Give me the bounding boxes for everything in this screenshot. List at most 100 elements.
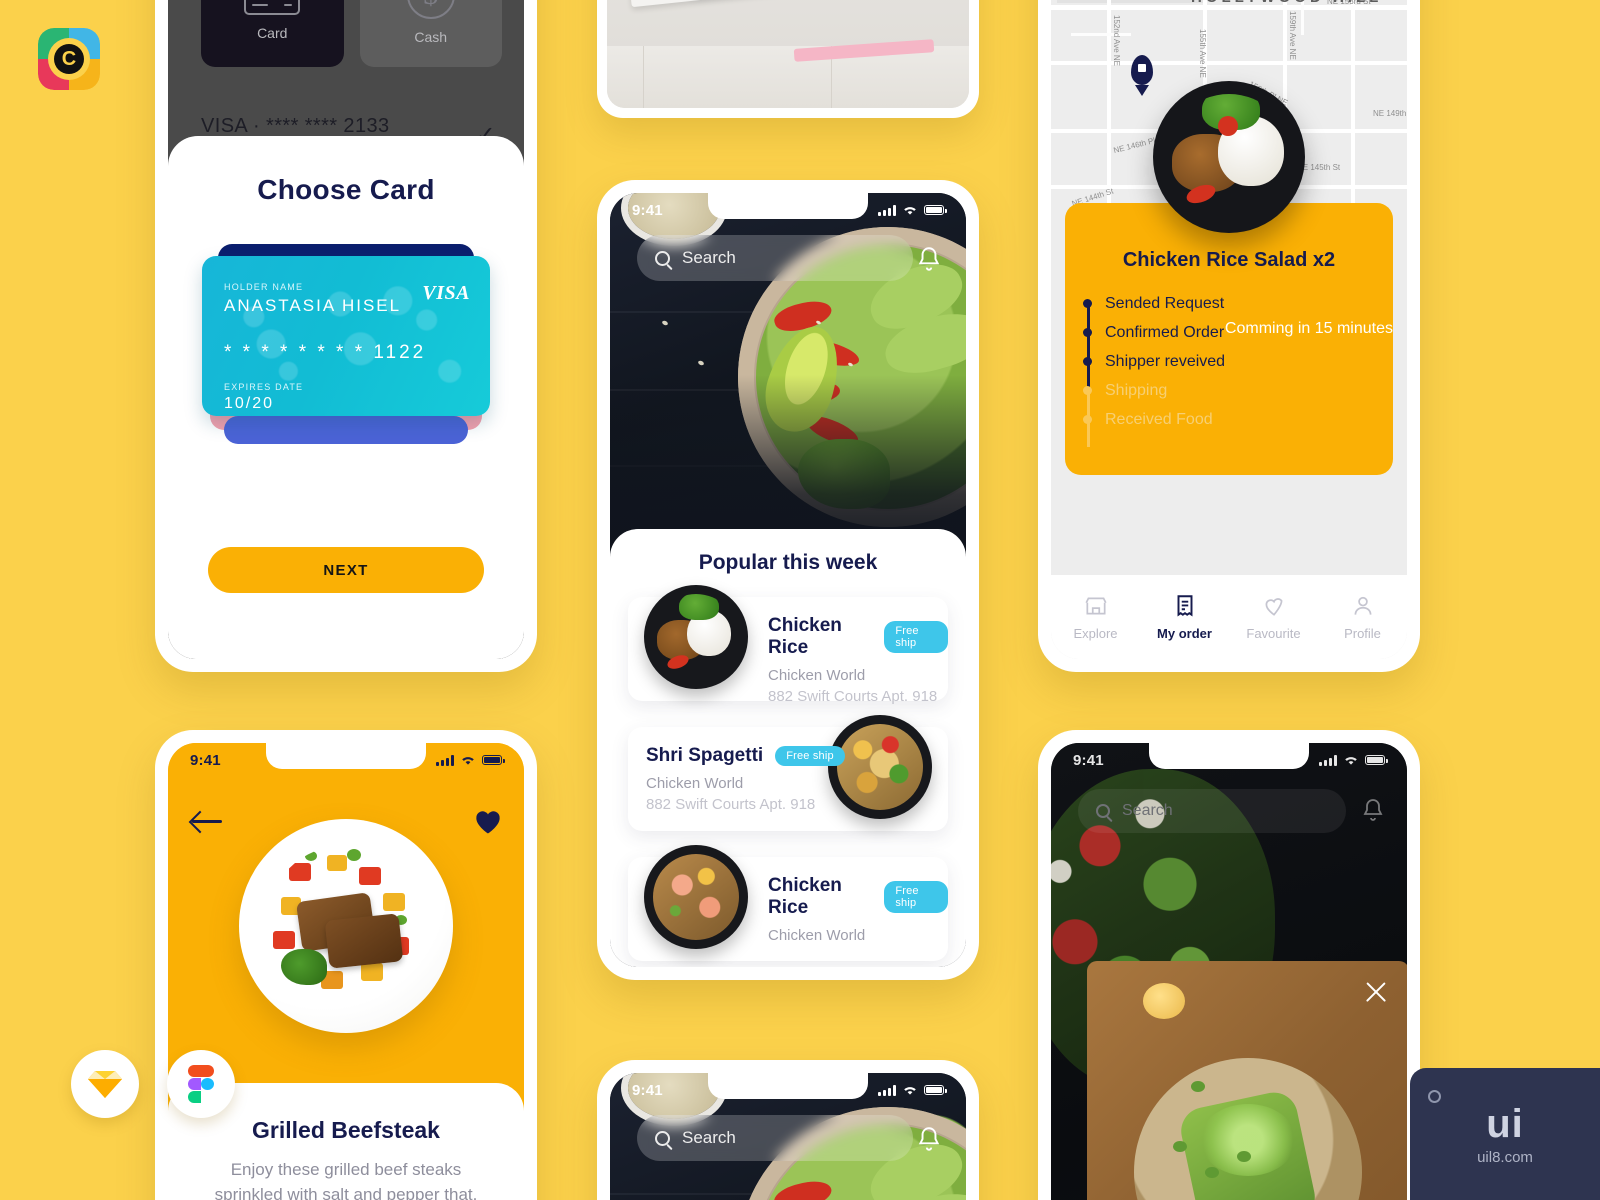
notification-bell-icon[interactable]	[916, 245, 942, 273]
signal-icon	[878, 1084, 896, 1096]
steak-piece	[324, 913, 404, 969]
choose-card-sheet: Choose Card HOLDER NAME ANASTASIA HISEL …	[168, 136, 524, 659]
dish-detail-screen: 9:41 Grilled Beefsteak Enjoy these grill…	[168, 743, 524, 1200]
order-steps: Sended Request Confirmed Order Shipper r…	[1083, 289, 1371, 447]
book-pink	[794, 38, 935, 62]
map-label-159ave: 159th Ave NE	[1288, 11, 1297, 60]
order-step-label: Shipping	[1105, 381, 1168, 399]
search-placeholder: Search	[682, 248, 736, 267]
payment-method-card[interactable]: Card	[201, 0, 344, 67]
phone-search-peek: 9:41 Search	[597, 1060, 979, 1200]
card-holder-label: HOLDER NAME	[224, 282, 304, 292]
cookbook-photo: Cookbook	[607, 0, 969, 108]
popular-section: Popular this week Chicken Rice Free ship	[610, 529, 966, 967]
payment-method-card-label: Card	[257, 25, 288, 41]
receipt-icon	[1177, 595, 1192, 617]
food-text: Shri Spagetti Free ship Chicken World 88…	[646, 745, 845, 813]
tab-favourite[interactable]: Favourite	[1229, 575, 1318, 659]
food-vendor: Chicken World	[768, 927, 866, 944]
status-icons	[878, 204, 947, 216]
phone-restaurant: 9:41 Search Capi Restaurant 882 Swift Co…	[597, 180, 979, 980]
food-vendor: Chicken World	[768, 667, 866, 684]
order-step-label: Shipper reveived	[1105, 352, 1226, 370]
status-icons	[878, 1084, 947, 1096]
wifi-icon	[462, 757, 474, 765]
signal-icon	[1319, 754, 1337, 766]
status-time: 9:41	[632, 1081, 663, 1099]
map-label-155ave: 155th Ave NE	[1198, 29, 1207, 78]
phone-choose-card: Card $ Cash VISA · **** **** 2133 ✓ Choo…	[155, 0, 537, 672]
saved-card-label: VISA · **** **** 2133	[201, 115, 390, 137]
world-map-pattern	[202, 256, 490, 416]
search-peek-screen: 9:41 Search	[610, 1073, 966, 1200]
tab-my-order[interactable]: My order	[1140, 575, 1229, 659]
heart-filled-icon[interactable]	[474, 809, 502, 835]
plate-contents	[265, 845, 427, 1007]
watermark-brand: ui	[1486, 1102, 1524, 1146]
back-arrow-icon[interactable]	[192, 811, 222, 831]
payment-method-list: Card $ Cash	[201, 0, 502, 67]
map-label-149: NE 149th	[1373, 109, 1407, 118]
status-bar: 9:41	[1051, 743, 1407, 773]
order-status-panel: Chicken Rice Salad x2 Sended Request Con…	[1065, 81, 1393, 475]
search-input[interactable]: Search	[1078, 789, 1346, 833]
tab-explore[interactable]: Explore	[1051, 575, 1140, 659]
search-input[interactable]: Search	[637, 235, 913, 281]
restaurant-screen: 9:41 Search Capi Restaurant 882 Swift Co…	[610, 193, 966, 967]
food-list: Chicken Rice Free ship Chicken World 882…	[610, 585, 966, 961]
free-ship-badge: Free ship	[884, 621, 948, 653]
visa-logo: VISA	[422, 282, 470, 304]
step-line-done	[1087, 301, 1090, 389]
basil-leaf	[281, 949, 327, 985]
book-white	[627, 0, 866, 8]
order-step: Shipper reveived	[1083, 347, 1371, 376]
next-button[interactable]: NEXT	[208, 547, 484, 593]
list-item[interactable]: Chicken Rice Free ship Chicken World	[628, 845, 948, 961]
cookbook-photo-card: Cookbook	[597, 0, 979, 118]
list-item[interactable]: Shri Spagetti Free ship Chicken World 88…	[628, 715, 948, 831]
order-step-label: Received Food	[1105, 410, 1213, 428]
search-input[interactable]: Search	[637, 1115, 913, 1161]
search-placeholder: Search	[1122, 802, 1173, 819]
sketch-badge	[71, 1050, 139, 1118]
notification-bell-icon[interactable]	[1361, 797, 1385, 823]
food-text: Chicken Rice Free ship Chicken World 882…	[768, 615, 948, 705]
hero-gradient	[610, 375, 966, 545]
signal-icon	[436, 754, 454, 766]
dollar-circle-icon: $	[406, 0, 455, 19]
watermark-ring-icon	[1428, 1090, 1441, 1103]
battery-icon	[924, 1085, 947, 1095]
phone-dark-search: 9:41 Search	[1038, 730, 1420, 1200]
tab-profile[interactable]: Profile	[1318, 575, 1407, 659]
figma-badge	[167, 1050, 235, 1118]
bottom-tab-bar: Explore My order Favourite Profile	[1051, 575, 1407, 659]
food-address: 882 Swift Courts Apt. 918	[646, 796, 816, 813]
credit-card[interactable]: HOLDER NAME ANASTASIA HISEL VISA * * * *…	[202, 256, 490, 416]
tab-label: Favourite	[1246, 626, 1301, 641]
choose-card-screen: Card $ Cash VISA · **** **** 2133 ✓ Choo…	[168, 0, 524, 659]
notification-bell-icon[interactable]	[916, 1125, 942, 1153]
payment-method-cash-label: Cash	[414, 29, 448, 45]
order-dish-image	[1153, 81, 1305, 233]
order-step: Sended Request	[1083, 289, 1371, 318]
home-pin-icon[interactable]	[1131, 55, 1153, 85]
figma-logo-icon	[188, 1065, 214, 1103]
book-stack: Cookbook	[627, 0, 948, 66]
search-icon	[655, 1130, 670, 1146]
order-step: Received Food	[1083, 405, 1371, 434]
sketch-logo-icon	[87, 1068, 123, 1100]
battery-icon	[1365, 755, 1388, 765]
list-item[interactable]: Chicken Rice Free ship Chicken World 882…	[628, 585, 948, 705]
capi-logo: C	[38, 28, 100, 90]
poster-stage: C Card $ Cash VISA · **** **** 2133 ✓ C	[0, 0, 1600, 1200]
status-time: 9:41	[1073, 751, 1104, 769]
free-ship-badge: Free ship	[775, 746, 845, 766]
battery-icon	[924, 205, 947, 215]
dish-description: Enjoy these grilled beef steaks sprinkle…	[214, 1160, 478, 1200]
wifi-icon	[904, 1087, 916, 1095]
order-step-label: Sended Request	[1105, 294, 1225, 312]
card-expires-value: 10/20	[224, 395, 275, 412]
payment-method-cash[interactable]: $ Cash	[359, 0, 502, 67]
close-icon[interactable]	[1363, 979, 1389, 1005]
tab-label: Explore	[1073, 626, 1118, 641]
